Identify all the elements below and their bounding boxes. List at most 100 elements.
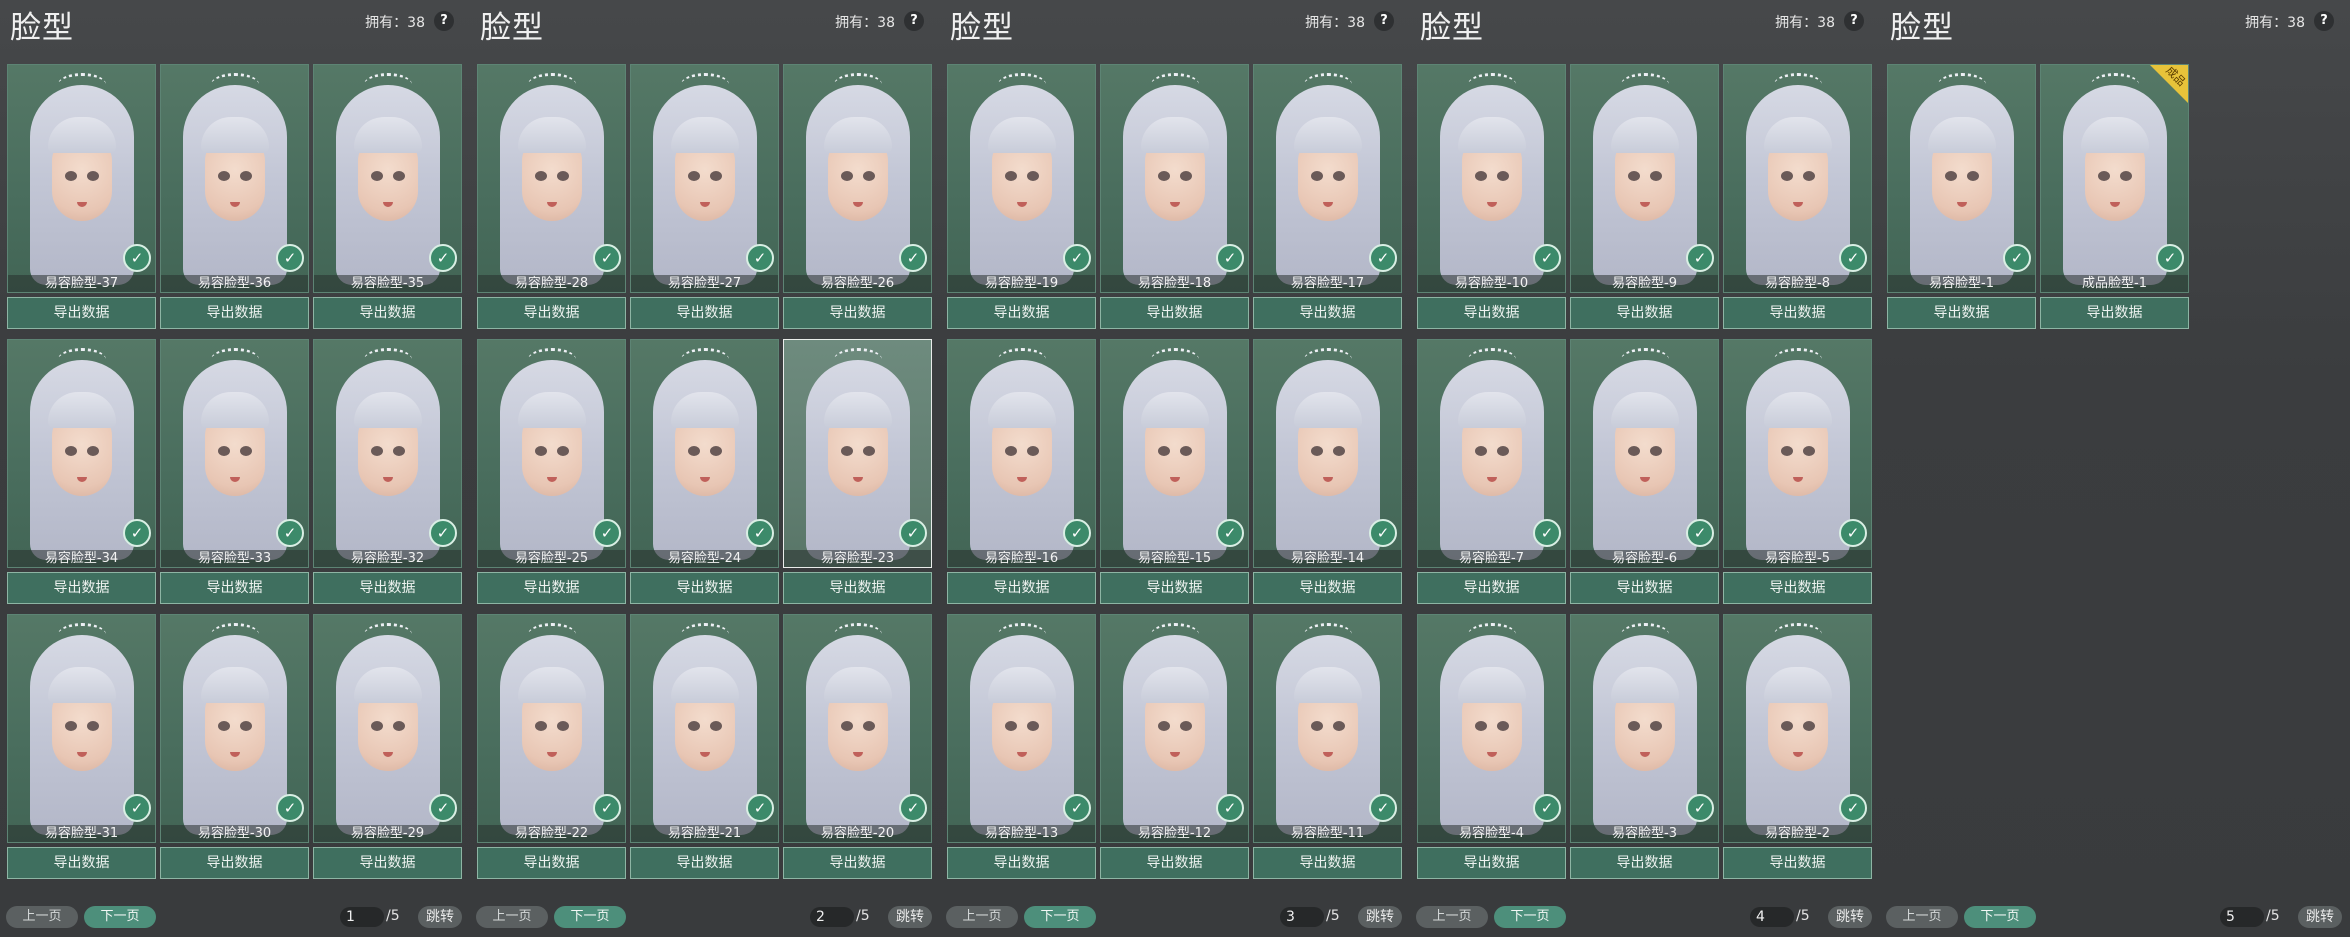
export-data-button[interactable]: 导出数据 [1253, 572, 1402, 604]
face-thumbnail[interactable]: ✓ 易容脸型-23 [783, 339, 932, 568]
page-number-input[interactable]: 3 [1280, 907, 1324, 927]
face-card[interactable]: ✓ 易容脸型-35 导出数据 [313, 64, 462, 329]
face-thumbnail[interactable]: ✓ 易容脸型-37 [7, 64, 156, 293]
face-thumbnail[interactable]: ✓ 易容脸型-4 [1417, 614, 1566, 843]
face-card[interactable]: 成品 ✓ 成品脸型-1 导出数据 [2040, 64, 2189, 329]
face-card[interactable]: ✓ 易容脸型-32 导出数据 [313, 339, 462, 604]
face-card[interactable]: ✓ 易容脸型-26 导出数据 [783, 64, 932, 329]
face-thumbnail[interactable]: ✓ 易容脸型-22 [477, 614, 626, 843]
prev-page-button[interactable]: 上一页 [1886, 906, 1958, 928]
face-card[interactable]: ✓ 易容脸型-15 导出数据 [1100, 339, 1249, 604]
export-data-button[interactable]: 导出数据 [1570, 847, 1719, 879]
face-card[interactable]: ✓ 易容脸型-31 导出数据 [7, 614, 156, 879]
face-card[interactable]: ✓ 易容脸型-34 导出数据 [7, 339, 156, 604]
export-data-button[interactable]: 导出数据 [1723, 297, 1872, 329]
face-thumbnail[interactable]: ✓ 易容脸型-3 [1570, 614, 1719, 843]
face-card[interactable]: ✓ 易容脸型-16 导出数据 [947, 339, 1096, 604]
jump-button[interactable]: 跳转 [1358, 906, 1402, 928]
face-thumbnail[interactable]: ✓ 易容脸型-27 [630, 64, 779, 293]
face-thumbnail[interactable]: ✓ 易容脸型-14 [1253, 339, 1402, 568]
face-card[interactable]: ✓ 易容脸型-30 导出数据 [160, 614, 309, 879]
face-thumbnail[interactable]: ✓ 易容脸型-16 [947, 339, 1096, 568]
face-thumbnail[interactable]: ✓ 易容脸型-20 [783, 614, 932, 843]
face-card[interactable]: ✓ 易容脸型-11 导出数据 [1253, 614, 1402, 879]
face-card[interactable]: ✓ 易容脸型-12 导出数据 [1100, 614, 1249, 879]
export-data-button[interactable]: 导出数据 [947, 297, 1096, 329]
export-data-button[interactable]: 导出数据 [1887, 297, 2036, 329]
export-data-button[interactable]: 导出数据 [313, 847, 462, 879]
export-data-button[interactable]: 导出数据 [947, 847, 1096, 879]
face-thumbnail[interactable]: ✓ 易容脸型-35 [313, 64, 462, 293]
export-data-button[interactable]: 导出数据 [947, 572, 1096, 604]
face-card[interactable]: ✓ 易容脸型-9 导出数据 [1570, 64, 1719, 329]
export-data-button[interactable]: 导出数据 [1570, 297, 1719, 329]
face-card[interactable]: ✓ 易容脸型-21 导出数据 [630, 614, 779, 879]
prev-page-button[interactable]: 上一页 [476, 906, 548, 928]
next-page-button[interactable]: 下一页 [1494, 906, 1566, 928]
jump-button[interactable]: 跳转 [418, 906, 462, 928]
prev-page-button[interactable]: 上一页 [946, 906, 1018, 928]
face-card[interactable]: ✓ 易容脸型-18 导出数据 [1100, 64, 1249, 329]
face-thumbnail[interactable]: ✓ 易容脸型-30 [160, 614, 309, 843]
export-data-button[interactable]: 导出数据 [1100, 297, 1249, 329]
export-data-button[interactable]: 导出数据 [630, 297, 779, 329]
face-thumbnail[interactable]: ✓ 易容脸型-32 [313, 339, 462, 568]
face-card[interactable]: ✓ 易容脸型-17 导出数据 [1253, 64, 1402, 329]
face-thumbnail[interactable]: ✓ 易容脸型-15 [1100, 339, 1249, 568]
face-card[interactable]: ✓ 易容脸型-27 导出数据 [630, 64, 779, 329]
export-data-button[interactable]: 导出数据 [313, 572, 462, 604]
export-data-button[interactable]: 导出数据 [477, 572, 626, 604]
jump-button[interactable]: 跳转 [888, 906, 932, 928]
page-number-input[interactable]: 2 [810, 907, 854, 927]
export-data-button[interactable]: 导出数据 [1417, 297, 1566, 329]
face-thumbnail[interactable]: ✓ 易容脸型-13 [947, 614, 1096, 843]
export-data-button[interactable]: 导出数据 [1100, 847, 1249, 879]
face-thumbnail[interactable]: ✓ 易容脸型-26 [783, 64, 932, 293]
export-data-button[interactable]: 导出数据 [1100, 572, 1249, 604]
next-page-button[interactable]: 下一页 [1964, 906, 2036, 928]
export-data-button[interactable]: 导出数据 [7, 297, 156, 329]
prev-page-button[interactable]: 上一页 [6, 906, 78, 928]
export-data-button[interactable]: 导出数据 [160, 847, 309, 879]
export-data-button[interactable]: 导出数据 [1417, 572, 1566, 604]
export-data-button[interactable]: 导出数据 [313, 297, 462, 329]
export-data-button[interactable]: 导出数据 [783, 297, 932, 329]
face-card[interactable]: ✓ 易容脸型-13 导出数据 [947, 614, 1096, 879]
face-card[interactable]: ✓ 易容脸型-23 导出数据 [783, 339, 932, 604]
export-data-button[interactable]: 导出数据 [477, 847, 626, 879]
face-thumbnail[interactable]: ✓ 易容脸型-6 [1570, 339, 1719, 568]
face-thumbnail[interactable]: ✓ 易容脸型-28 [477, 64, 626, 293]
face-card[interactable]: ✓ 易容脸型-10 导出数据 [1417, 64, 1566, 329]
page-number-input[interactable]: 5 [2220, 907, 2264, 927]
export-data-button[interactable]: 导出数据 [7, 847, 156, 879]
face-thumbnail[interactable]: ✓ 易容脸型-8 [1723, 64, 1872, 293]
export-data-button[interactable]: 导出数据 [477, 297, 626, 329]
next-page-button[interactable]: 下一页 [554, 906, 626, 928]
face-card[interactable]: ✓ 易容脸型-14 导出数据 [1253, 339, 1402, 604]
export-data-button[interactable]: 导出数据 [1253, 847, 1402, 879]
jump-button[interactable]: 跳转 [1828, 906, 1872, 928]
face-card[interactable]: ✓ 易容脸型-8 导出数据 [1723, 64, 1872, 329]
face-card[interactable]: ✓ 易容脸型-4 导出数据 [1417, 614, 1566, 879]
export-data-button[interactable]: 导出数据 [1723, 847, 1872, 879]
export-data-button[interactable]: 导出数据 [160, 297, 309, 329]
face-card[interactable]: ✓ 易容脸型-1 导出数据 [1887, 64, 2036, 329]
face-card[interactable]: ✓ 易容脸型-3 导出数据 [1570, 614, 1719, 879]
export-data-button[interactable]: 导出数据 [1723, 572, 1872, 604]
prev-page-button[interactable]: 上一页 [1416, 906, 1488, 928]
face-thumbnail[interactable]: ✓ 易容脸型-5 [1723, 339, 1872, 568]
face-thumbnail[interactable]: ✓ 易容脸型-1 [1887, 64, 2036, 293]
face-thumbnail[interactable]: ✓ 易容脸型-18 [1100, 64, 1249, 293]
face-thumbnail[interactable]: ✓ 易容脸型-9 [1570, 64, 1719, 293]
face-thumbnail[interactable]: 成品 ✓ 成品脸型-1 [2040, 64, 2189, 293]
face-card[interactable]: ✓ 易容脸型-7 导出数据 [1417, 339, 1566, 604]
face-card[interactable]: ✓ 易容脸型-24 导出数据 [630, 339, 779, 604]
face-thumbnail[interactable]: ✓ 易容脸型-10 [1417, 64, 1566, 293]
face-thumbnail[interactable]: ✓ 易容脸型-7 [1417, 339, 1566, 568]
face-card[interactable]: ✓ 易容脸型-19 导出数据 [947, 64, 1096, 329]
export-data-button[interactable]: 导出数据 [630, 847, 779, 879]
face-card[interactable]: ✓ 易容脸型-33 导出数据 [160, 339, 309, 604]
face-thumbnail[interactable]: ✓ 易容脸型-24 [630, 339, 779, 568]
export-data-button[interactable]: 导出数据 [2040, 297, 2189, 329]
face-card[interactable]: ✓ 易容脸型-22 导出数据 [477, 614, 626, 879]
